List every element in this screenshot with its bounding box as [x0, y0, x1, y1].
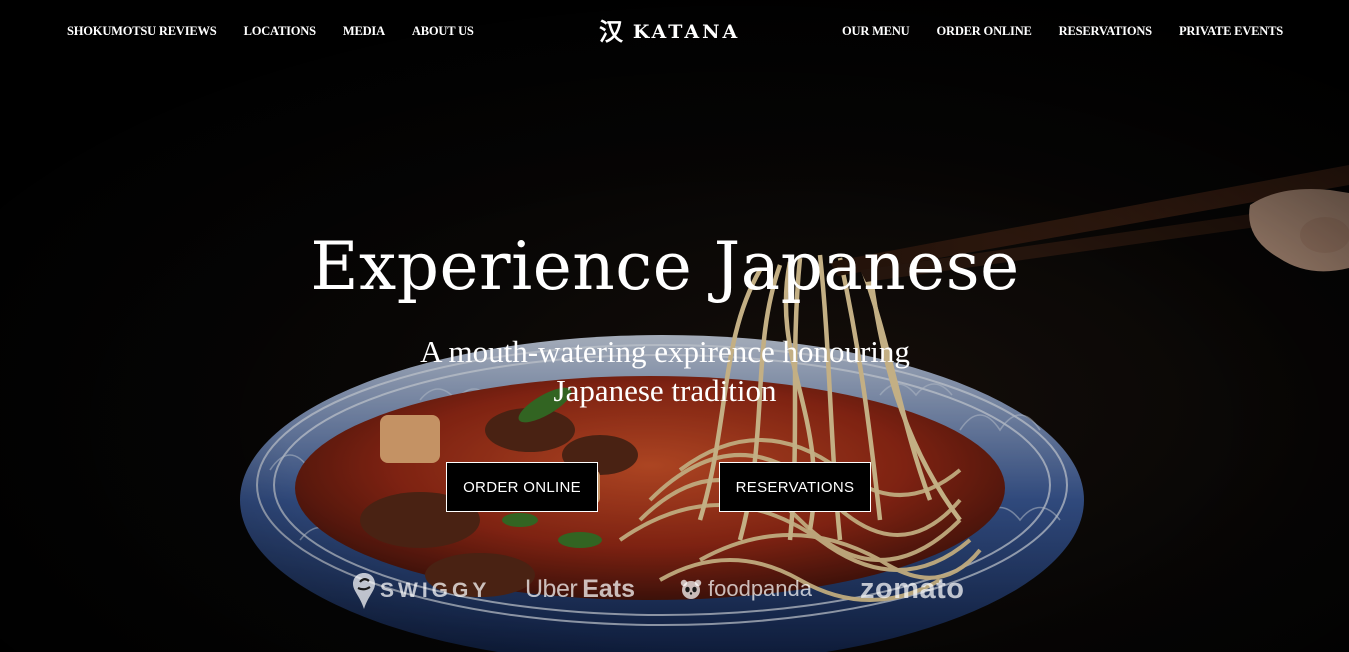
hero-overlay [0, 0, 1349, 652]
hero-section [0, 0, 1349, 652]
nav-item-media[interactable]: MEDIA [343, 24, 385, 39]
nav-item-reservations[interactable]: RESERVATIONS [1059, 24, 1152, 39]
hero-subtitle-line-1: A mouth-watering expirence honouring [420, 334, 910, 369]
nav-item-our-menu[interactable]: OUR MENU [842, 24, 910, 39]
partner-uber-eats[interactable]: Uber Eats [525, 575, 635, 604]
partner-zomato-label: zomato [860, 573, 965, 605]
nav-right-group: OUR MENU ORDER ONLINE RESERVATIONS PRIVA… [842, 24, 1283, 39]
hero-title: Experience Japanese [310, 228, 1020, 305]
nav-item-locations[interactable]: LOCATIONS [244, 24, 316, 39]
partner-swiggy-label: SWIGGY [380, 579, 491, 602]
hero-subtitle-line-2: Japanese tradition [553, 373, 777, 408]
partner-foodpanda-label: foodpanda [708, 576, 812, 601]
brand-name: KATANA [632, 21, 741, 43]
nav-item-about-us[interactable]: ABOUT US [412, 24, 474, 39]
logo-mark-icon: 汉 [599, 17, 623, 46]
partner-uber-label: Uber [525, 575, 578, 603]
order-online-button[interactable]: ORDER ONLINE [446, 462, 598, 512]
top-navigation: SHOKUMOTSU REVIEWS LOCATIONS MEDIA ABOUT… [0, 0, 1349, 64]
partner-foodpanda[interactable]: foodpanda [680, 576, 812, 602]
partner-zomato[interactable]: zomato [860, 573, 965, 606]
nav-item-shokumotsu-reviews[interactable]: SHOKUMOTSU REVIEWS [67, 24, 217, 39]
swiggy-icon [353, 573, 375, 609]
partner-eats-label: Eats [582, 575, 635, 603]
brand-logo[interactable]: 汉 KATANA [599, 18, 740, 46]
nav-item-order-online[interactable]: ORDER ONLINE [936, 24, 1031, 39]
partner-swiggy[interactable]: SWIGGY [352, 572, 490, 610]
delivery-partners: SWIGGY Uber Eats foodpanda zomato [0, 568, 1349, 618]
reservations-button[interactable]: RESERVATIONS [719, 462, 871, 512]
panda-icon [680, 579, 702, 599]
nav-item-private-events[interactable]: PRIVATE EVENTS [1179, 24, 1283, 39]
hero-subtitle: A mouth-watering expirence honouring Jap… [365, 332, 965, 410]
nav-left-group: SHOKUMOTSU REVIEWS LOCATIONS MEDIA ABOUT… [67, 24, 474, 39]
